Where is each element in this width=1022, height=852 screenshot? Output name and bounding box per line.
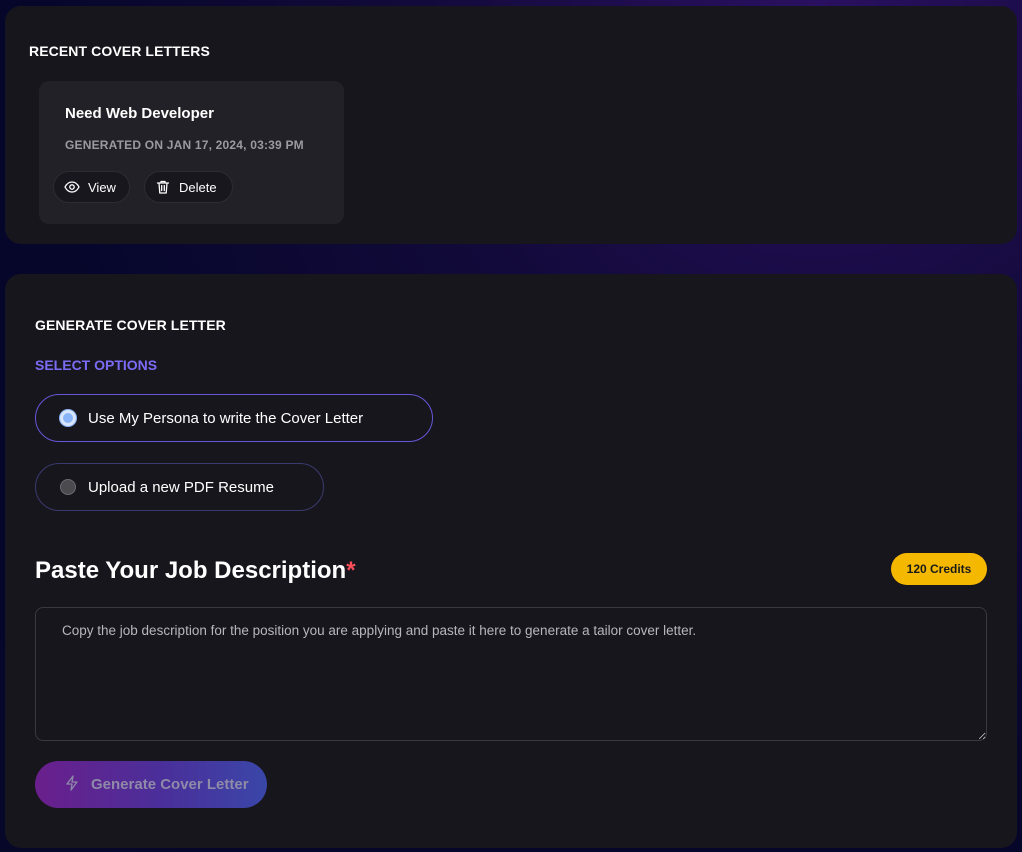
recent-section-title: RECENT COVER LETTERS: [29, 43, 210, 59]
delete-button[interactable]: Delete: [144, 171, 233, 203]
select-options-label: SELECT OPTIONS: [35, 357, 158, 373]
radio-selected-icon: [60, 410, 76, 426]
recent-cover-letters-panel: RECENT COVER LETTERS Need Web Developer …: [5, 6, 1017, 244]
generate-cover-letter-panel: GENERATE COVER LETTER SELECT OPTIONS Use…: [5, 274, 1017, 848]
option-label: Upload a new PDF Resume: [88, 478, 274, 496]
job-description-heading-text: Paste Your Job Description: [35, 557, 347, 584]
generate-button-label: Generate Cover Letter: [91, 776, 249, 793]
option-use-persona[interactable]: Use My Persona to write the Cover Letter: [35, 394, 433, 442]
view-button[interactable]: View: [53, 171, 130, 203]
delete-label: Delete: [179, 179, 217, 195]
generate-section-title: GENERATE COVER LETTER: [35, 317, 226, 333]
generate-cover-letter-button[interactable]: Generate Cover Letter: [35, 761, 267, 808]
job-description-heading: Paste Your Job Description*: [35, 557, 356, 585]
option-upload-pdf[interactable]: Upload a new PDF Resume: [35, 463, 324, 511]
credits-badge: 120 Credits: [891, 553, 987, 585]
job-description-textarea[interactable]: [35, 607, 987, 741]
card-generated-date: GENERATED ON JAN 17, 2024, 03:39 PM: [65, 138, 304, 152]
eye-icon: [64, 179, 80, 195]
view-label: View: [88, 179, 116, 195]
option-label: Use My Persona to write the Cover Letter: [88, 409, 364, 427]
trash-icon: [155, 179, 171, 195]
card-title: Need Web Developer: [65, 105, 214, 122]
required-marker: *: [346, 557, 356, 584]
radio-unselected-icon: [60, 479, 76, 495]
lightning-icon: [65, 774, 79, 795]
cover-letter-card: Need Web Developer GENERATED ON JAN 17, …: [39, 81, 344, 224]
